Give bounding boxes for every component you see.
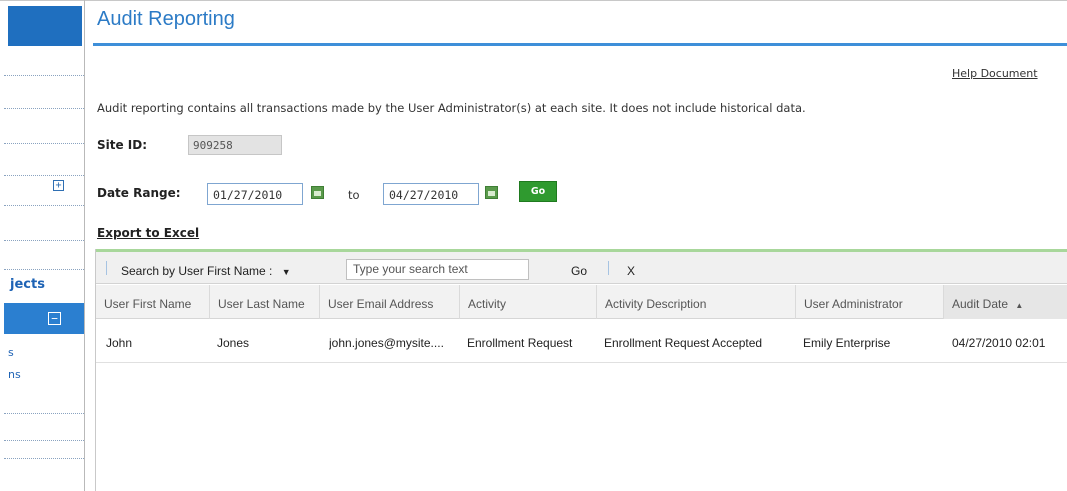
search-go-button[interactable]: Go (571, 264, 587, 278)
sidebar-divider (4, 269, 84, 270)
column-header-last-name[interactable]: User Last Name (210, 285, 320, 319)
sidebar: + jects − s ns (0, 0, 85, 491)
sidebar-divider (4, 458, 84, 459)
sidebar-divider (4, 108, 84, 109)
grid-toolbar: Search by User First Name : ▼ Type your … (96, 252, 1067, 284)
column-header-user-administrator[interactable]: User Administrator (796, 285, 944, 319)
sidebar-section-header[interactable] (4, 303, 84, 334)
calendar-icon[interactable] (311, 186, 324, 199)
audit-date-header-label: Audit Date (952, 297, 1009, 311)
date-to-input[interactable]: 04/27/2010 (383, 183, 479, 205)
cell-activity: Enrollment Request (467, 336, 573, 350)
cell-last-name: Jones (217, 336, 250, 350)
calendar-icon[interactable] (485, 186, 498, 199)
export-to-excel-link[interactable]: Export to Excel (97, 226, 199, 240)
site-id-field: 909258 (188, 135, 282, 155)
column-header-first-name[interactable]: User First Name (96, 285, 210, 319)
search-input[interactable]: Type your search text (346, 259, 529, 280)
sidebar-divider (4, 143, 84, 144)
sidebar-divider (4, 75, 84, 76)
sidebar-divider (4, 240, 84, 241)
chevron-down-icon: ▼ (281, 267, 291, 277)
column-header-audit-date[interactable]: Audit Date ▲ (944, 285, 1067, 319)
cell-activity-description: Enrollment Request Accepted (604, 336, 763, 350)
grid-header-row: User First Name User Last Name User Emai… (96, 285, 1067, 319)
column-header-activity[interactable]: Activity (460, 285, 597, 319)
page-title: Audit Reporting (97, 8, 235, 30)
search-field-label: Search by User First Name : (121, 264, 273, 278)
date-go-button[interactable]: Go (519, 181, 557, 202)
site-id-label: Site ID: (97, 138, 148, 152)
date-from-input[interactable]: 01/27/2010 (207, 183, 303, 205)
expand-icon[interactable]: + (53, 180, 64, 191)
cell-audit-date: 04/27/2010 02:01 (952, 336, 1046, 350)
sidebar-subitem[interactable]: s (8, 346, 14, 359)
cell-email: john.jones@mysite.... (329, 336, 444, 350)
audit-grid: Search by User First Name : ▼ Type your … (95, 249, 1067, 491)
sort-ascending-icon: ▲ (1015, 301, 1024, 310)
help-document-link[interactable]: Help Document (952, 67, 1038, 80)
sidebar-subitem[interactable]: ns (8, 368, 21, 381)
intro-text: Audit reporting contains all transaction… (97, 101, 806, 115)
column-header-activity-description[interactable]: Activity Description (597, 285, 796, 319)
title-divider (93, 43, 1067, 46)
sidebar-divider (4, 413, 84, 414)
sidebar-divider (4, 440, 84, 441)
sidebar-divider (4, 205, 84, 206)
column-header-email[interactable]: User Email Address (320, 285, 460, 319)
collapse-icon[interactable]: − (48, 312, 61, 325)
clear-search-button[interactable]: X (627, 264, 635, 278)
toolbar-separator (608, 261, 609, 275)
sidebar-active-block[interactable] (8, 6, 82, 46)
sidebar-item-projects[interactable]: jects (10, 277, 45, 292)
sidebar-divider (4, 175, 84, 176)
table-row[interactable]: John Jones john.jones@mysite.... Enrollm… (96, 319, 1067, 363)
date-range-label: Date Range: (97, 186, 181, 200)
date-to-label: to (348, 188, 360, 202)
cell-first-name: John (106, 336, 133, 350)
toolbar-separator (106, 261, 107, 275)
cell-user-administrator: Emily Enterprise (803, 336, 891, 350)
search-field-dropdown[interactable]: Search by User First Name : ▼ (121, 264, 291, 278)
